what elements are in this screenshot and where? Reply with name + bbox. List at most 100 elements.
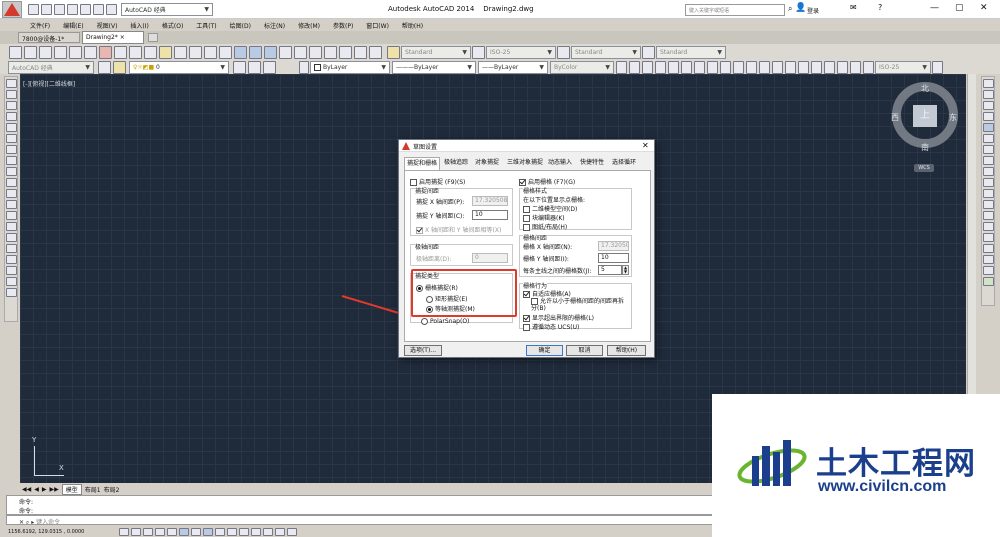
new-icon[interactable] [9, 45, 22, 59]
menu-format[interactable]: 格式(O) [162, 21, 183, 30]
adaptive-grid-checkbox[interactable]: 自适应栅格(A) [523, 289, 571, 298]
multiline-text-icon[interactable] [5, 277, 17, 286]
save-icon[interactable] [39, 45, 52, 59]
match-properties-icon[interactable] [159, 45, 172, 59]
undo-icon[interactable] [189, 45, 202, 59]
tool-palettes-icon[interactable] [309, 45, 322, 59]
revision-cloud-icon[interactable] [5, 156, 17, 165]
construction-line-icon[interactable] [5, 90, 17, 99]
close-tab-icon[interactable]: × [120, 34, 125, 41]
dim-style-dropdown[interactable]: ISO-25 ▼ [486, 45, 556, 59]
tolerance-icon[interactable] [785, 60, 796, 74]
menu-window[interactable]: 窗口(W) [366, 21, 389, 30]
table-icon[interactable] [5, 266, 17, 275]
move-icon[interactable] [982, 134, 994, 143]
ellipse-icon[interactable] [5, 178, 17, 187]
grid-display-icon[interactable] [143, 527, 153, 536]
workspace-settings-icon[interactable] [98, 60, 111, 74]
explode-icon[interactable] [982, 266, 994, 275]
ellipse-arc-icon[interactable] [5, 189, 17, 198]
arc-length-icon[interactable] [642, 60, 653, 74]
menu-modify[interactable]: 修改(M) [298, 21, 320, 30]
trim-icon[interactable] [982, 178, 994, 187]
object-snap-icon[interactable] [179, 527, 189, 536]
minimize-button[interactable]: — [930, 3, 939, 13]
snap-mode-icon[interactable] [131, 527, 141, 536]
snap-icon[interactable] [982, 277, 994, 286]
redo-icon[interactable] [106, 4, 117, 15]
multileader-style-icon[interactable] [642, 45, 655, 59]
close-command-icon[interactable]: ✕ ⌕ ▸ [19, 519, 34, 526]
viewcube-west[interactable]: 西 [891, 112, 899, 123]
offset-icon[interactable] [982, 112, 994, 121]
diameter-dim-icon[interactable] [694, 60, 705, 74]
coordinates[interactable]: 1156.6192, 129.0315 , 0.0000 [8, 529, 118, 535]
markup-icon[interactable] [339, 45, 352, 59]
add-selected-icon[interactable] [5, 288, 17, 297]
dim-space-icon[interactable] [759, 60, 770, 74]
otrack-icon[interactable] [203, 527, 213, 536]
quick-properties-icon[interactable] [263, 527, 273, 536]
region-icon[interactable] [5, 255, 17, 264]
print-icon[interactable] [80, 4, 91, 15]
tab-object-snap[interactable]: 对象捕捉 [473, 157, 501, 170]
nav-last-icon[interactable]: ▶▶ [49, 486, 58, 493]
publish-icon[interactable] [84, 45, 97, 59]
selection-cycling-icon[interactable] [275, 527, 285, 536]
transparency-icon[interactable] [251, 527, 261, 536]
rectangle-icon[interactable] [5, 123, 17, 132]
follow-ucs-checkbox[interactable]: 遵循动态 UCS(U) [523, 322, 579, 331]
equal-xy-checkbox[interactable]: X 轴间距和 Y 轴间距相等(X) [416, 225, 501, 234]
color-dropdown[interactable]: ByLayer ▼ [310, 60, 390, 74]
annotation-monitor-icon[interactable] [287, 527, 297, 536]
dim-break-icon[interactable] [772, 60, 783, 74]
chamfer-icon[interactable] [982, 233, 994, 242]
doc-tab-1[interactable]: 7800@设备-1* [18, 32, 80, 43]
dim-style-icon[interactable] [932, 60, 943, 74]
polygon-icon[interactable] [5, 112, 17, 121]
layer-previous-icon[interactable] [248, 60, 261, 74]
properties-icon[interactable] [279, 45, 292, 59]
wcs-menu[interactable]: WCS [914, 164, 934, 172]
undo-icon[interactable] [93, 4, 104, 15]
viewport-label[interactable]: [-][俯视][二维线框] [23, 79, 75, 88]
grid-x-input[interactable]: 17.320508 [598, 241, 629, 251]
open-icon[interactable] [41, 4, 52, 15]
lineweight-dropdown[interactable]: —— ByLayer ▼ [478, 60, 548, 74]
arc-icon[interactable] [5, 134, 17, 143]
infer-constraints-icon[interactable] [119, 527, 129, 536]
ok-button[interactable]: 确定 [526, 345, 563, 356]
baseline-dim-icon[interactable] [733, 60, 744, 74]
tab-3d-object-snap[interactable]: 三维对象捕捉 [505, 157, 545, 170]
plotstyle-dropdown[interactable]: ByColor ▼ [550, 60, 614, 74]
grid-y-input[interactable]: 10 [598, 253, 629, 263]
dialog-close-button[interactable]: ✕ [642, 141, 649, 150]
help-icon[interactable]: ? [878, 3, 882, 12]
snap-x-input[interactable]: 17.320508 [472, 196, 508, 206]
nav-prev-icon[interactable]: ◀ [34, 486, 39, 493]
ordinate-dim-icon[interactable] [655, 60, 666, 74]
menu-draw[interactable]: 绘图(D) [230, 21, 251, 30]
circle-icon[interactable] [5, 145, 17, 154]
cancel-button[interactable]: 取消 [566, 345, 603, 356]
linear-dim-icon[interactable] [616, 60, 627, 74]
grid-block-editor-checkbox[interactable]: 块编辑器(K) [523, 213, 565, 222]
grid-2d-model-checkbox[interactable]: 二维模型空间(D) [523, 204, 577, 213]
layer-state-icon[interactable] [263, 60, 276, 74]
workspace-dropdown[interactable]: AutoCAD 经典 ▼ [121, 3, 213, 16]
break-at-point-icon[interactable] [982, 200, 994, 209]
help-button[interactable]: 帮助(H) [607, 345, 646, 356]
polar-distance-input[interactable]: 0 [472, 253, 508, 263]
fillet-icon[interactable] [982, 244, 994, 253]
polarsnap-radio[interactable]: PolarSnap(O) [421, 318, 469, 325]
quickcalc-icon[interactable] [354, 45, 367, 59]
text-style-icon[interactable] [387, 45, 400, 59]
radius-dim-icon[interactable] [668, 60, 679, 74]
make-block-icon[interactable] [5, 211, 17, 220]
make-current-layer-icon[interactable] [233, 60, 246, 74]
table-style-dropdown[interactable]: Standard ▼ [571, 45, 641, 59]
nav-next-icon[interactable]: ▶ [42, 486, 47, 493]
ortho-mode-icon[interactable] [155, 527, 165, 536]
saveas-icon[interactable] [67, 4, 78, 15]
dim-update-icon[interactable] [863, 60, 874, 74]
